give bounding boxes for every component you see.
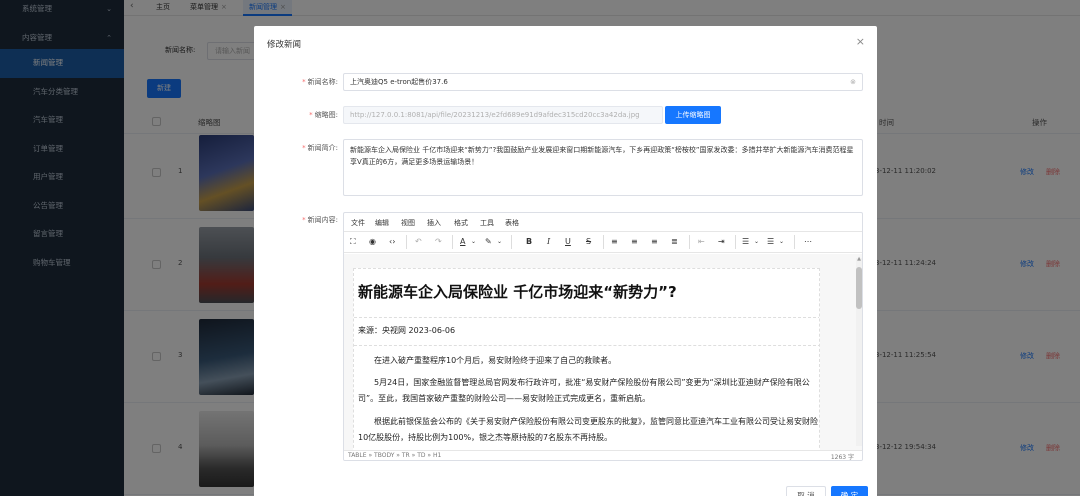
italic-icon[interactable]: I	[547, 236, 550, 248]
clear-icon[interactable]: ⊗	[850, 74, 856, 90]
align-justify-icon[interactable]: ≣	[671, 236, 678, 248]
label-text: 新闻简介:	[307, 144, 338, 152]
align-right-icon[interactable]: ≡	[651, 236, 658, 248]
menu-insert[interactable]: 插入	[427, 218, 441, 228]
edit-news-dialog: 修改新闻 × * 新闻名称: 上汽奥迪Q5 e-tron起售价37.6 ⊗ * 缩略…	[254, 26, 877, 496]
news-name-field[interactable]: 上汽奥迪Q5 e-tron起售价37.6 ⊗	[343, 73, 863, 91]
undo-icon[interactable]: ↶	[415, 236, 422, 248]
chevron-down-icon[interactable]: ⌄	[754, 236, 759, 248]
indent-icon[interactable]: ⇥	[718, 236, 725, 248]
thumb-url-field: http://127.0.0.1:8081/api/file/20231213/…	[343, 106, 663, 124]
menu-table[interactable]: 表格	[505, 218, 519, 228]
editor-menubar: 文件 编辑 视图 插入 格式 工具 表格	[344, 213, 862, 232]
editor-statusbar: TABLE » TBODY » TR » TD » H1 1263 字	[344, 450, 862, 461]
intro-textarea[interactable]: 新能源车企入局保险业 千亿市场迎来“新势力”?我国鼓励产业发展迎来窗口期新能源汽…	[343, 139, 863, 196]
toolbar-divider	[794, 235, 795, 249]
bullet-list-icon[interactable]: ☰	[767, 236, 774, 248]
menu-edit[interactable]: 编辑	[375, 218, 389, 228]
fullscreen-icon[interactable]: ⛶	[350, 236, 356, 248]
align-left-icon[interactable]: ≡	[611, 236, 618, 248]
preview-icon[interactable]: ◉	[369, 236, 376, 248]
upload-thumb-button[interactable]: 上传缩略图	[665, 106, 721, 124]
content-label: * 新闻内容:	[302, 216, 338, 224]
doc-paragraph: 在进入破产重整程序10个月后，易安财险终于迎来了自己的救赎者。	[374, 356, 617, 365]
news-name-value: 上汽奥迪Q5 e-tron起售价37.6	[350, 78, 448, 86]
toolbar-divider	[603, 235, 604, 249]
label-text: 新闻内容:	[307, 216, 338, 224]
intro-label: * 新闻简介:	[302, 144, 338, 152]
toolbar-divider	[452, 235, 453, 249]
menu-tools[interactable]: 工具	[480, 218, 494, 228]
chevron-down-icon[interactable]: ⌄	[779, 236, 784, 248]
menu-file[interactable]: 文件	[351, 218, 365, 228]
news-name-label: * 新闻名称:	[302, 78, 338, 86]
align-center-icon[interactable]: ≡	[631, 236, 638, 248]
table-cell-border	[354, 317, 819, 318]
close-icon[interactable]: ×	[856, 35, 865, 48]
word-count: 1263 字	[830, 454, 854, 461]
numbered-list-icon[interactable]: ☰	[742, 236, 749, 248]
toolbar-divider	[735, 235, 736, 249]
editor-document: 新能源车企入局保险业 千亿市场迎来“新势力”? 来源：央视网 2023-06-0…	[353, 268, 820, 458]
label-text: 缩略图:	[314, 111, 338, 119]
cancel-button[interactable]: 取 消	[786, 486, 826, 496]
source-code-icon[interactable]: ‹›	[389, 236, 395, 248]
text-color-icon[interactable]: A	[460, 236, 465, 248]
chevron-down-icon[interactable]: ⌄	[471, 236, 476, 248]
rich-text-editor: 文件 编辑 视图 插入 格式 工具 表格 ⛶ ◉ ‹› ↶ ↷ A ⌄ ✎ ⌄ …	[343, 212, 863, 461]
scrollbar-thumb[interactable]	[856, 267, 862, 309]
toolbar-divider	[511, 235, 512, 249]
more-icon[interactable]: ⋯	[804, 236, 812, 248]
menu-format[interactable]: 格式	[454, 218, 468, 228]
doc-source: 来源：央视网 2023-06-06	[358, 326, 456, 335]
doc-paragraph: 5月24日，国家金融监督管理总局官网发布行政许可，批准“易安财产保险股份有限公司…	[358, 378, 810, 403]
underline-icon[interactable]: U	[565, 236, 571, 248]
highlight-color-icon[interactable]: ✎	[485, 236, 492, 248]
redo-icon[interactable]: ↷	[435, 236, 442, 248]
outdent-icon[interactable]: ⇤	[698, 236, 705, 248]
scroll-up-icon[interactable]: ▲	[856, 256, 862, 262]
table-cell-border	[354, 345, 819, 346]
strikethrough-icon[interactable]: S	[586, 236, 591, 248]
confirm-button[interactable]: 确 定	[831, 486, 868, 496]
editor-content-area[interactable]: 新能源车企入局保险业 千亿市场迎来“新势力”? 来源：央视网 2023-06-0…	[344, 254, 862, 458]
element-path: TABLE » TBODY » TR » TD » H1	[348, 452, 442, 459]
editor-toolbar: ⛶ ◉ ‹› ↶ ↷ A ⌄ ✎ ⌄ B I U S ≡ ≡ ≡ ≣ ⇤ ⇥ ☰	[344, 232, 862, 253]
doc-title: 新能源车企入局保险业 千亿市场迎来“新势力”?	[358, 283, 677, 301]
dialog-title: 修改新闻	[267, 40, 302, 50]
doc-paragraph: 根据此前银保监会公布的《关于易安财产保险股份有限公司变更股东的批复》，监管同意比…	[358, 417, 818, 442]
toolbar-divider	[689, 235, 690, 249]
label-text: 新闻名称:	[307, 78, 338, 86]
bold-icon[interactable]: B	[526, 236, 532, 248]
chevron-down-icon[interactable]: ⌄	[497, 236, 502, 248]
toolbar-divider	[406, 235, 407, 249]
menu-view[interactable]: 视图	[401, 218, 415, 228]
thumb-label: * 缩略图:	[309, 111, 338, 119]
